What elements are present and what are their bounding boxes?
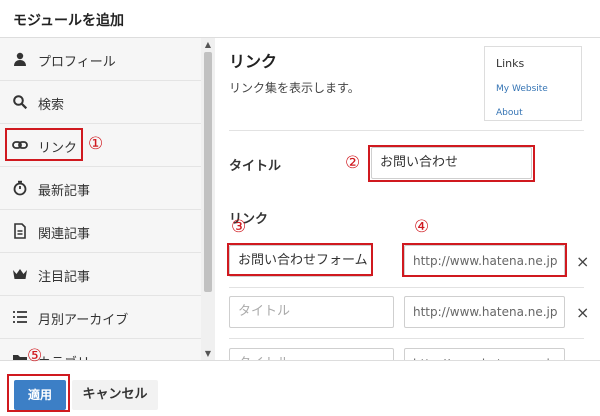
link-title-input[interactable]: タイトル [229,296,394,328]
crown-icon [13,269,27,279]
apply-button[interactable]: 適用 [14,380,66,410]
sidebar-item-label: 最新記事 [38,184,91,199]
stopwatch-icon [13,180,27,196]
annotation-3: ③ [231,217,247,237]
sidebar-item-profile[interactable]: プロフィール [0,38,201,81]
module-settings-panel: リンク リンク集を表示します。 Links My Website About タ… [216,38,600,360]
annotation-1: ① [88,134,104,154]
annotation-2: ② [345,153,361,173]
sidebar-scrollbar[interactable]: ▲ ▼ [201,38,215,360]
module-sidebar: プロフィール 検索 リンク 最新記事 関連記事 注目記事 月別アーカイブ カテゴ… [0,38,215,360]
link-title-input[interactable]: お問い合わせフォーム [229,245,372,277]
scroll-down-arrow[interactable]: ▼ [201,349,215,358]
links-preview: Links My Website About [484,46,582,121]
preview-title: Links [496,57,525,70]
sidebar-item-search[interactable]: 検索 [0,81,201,124]
sidebar-item-label: カテゴリー [38,352,103,360]
scroll-thumb[interactable] [204,52,212,292]
divider [229,287,584,288]
remove-row-button[interactable]: × [576,303,589,322]
dialog-footer: 適用 キャンセル [0,360,600,416]
divider [229,338,584,339]
preview-link: My Website [496,84,548,94]
module-title: リンク [229,52,278,71]
document-icon [14,223,26,239]
title-label: タイトル [229,159,282,174]
cancel-button[interactable]: キャンセル [72,380,158,410]
sidebar-item-label: リンク [38,141,78,156]
module-description: リンク集を表示します。 [229,81,360,95]
preview-link: About [496,108,523,118]
dialog-title: モジュールを追加 [13,13,125,29]
sidebar-item-label: 関連記事 [38,227,91,242]
dialog-header: モジュールを追加 [0,0,600,38]
link-icon [12,141,28,149]
list-icon [13,311,27,323]
sidebar-item-label: 注目記事 [38,270,91,285]
annotation-4: ④ [414,217,430,237]
search-icon [13,95,28,110]
user-icon [14,52,26,66]
link-url-input[interactable]: http://www.hatena.ne.jp [404,245,565,277]
sidebar-item-related-posts[interactable]: 関連記事 [0,210,201,253]
annotation-5: ⑤ [27,346,43,366]
scroll-up-arrow[interactable]: ▲ [201,40,215,49]
sidebar-item-label: 検索 [38,98,65,113]
sidebar-item-featured-posts[interactable]: 注目記事 [0,253,201,296]
sidebar-item-label: プロフィール [38,55,116,70]
link-url-input[interactable]: http://www.hatena.ne.jp [404,296,565,328]
divider [229,130,584,131]
link-title-input[interactable]: タイトル [229,348,394,360]
title-input[interactable]: お問い合わせ [371,147,532,179]
sidebar-item-label: 月別アーカイブ [38,313,129,328]
sidebar-item-monthly-archive[interactable]: 月別アーカイブ [0,296,201,339]
sidebar-item-recent-posts[interactable]: 最新記事 [0,167,201,210]
remove-row-button[interactable]: × [576,252,589,271]
link-url-input[interactable]: http://www.hatena.ne.jp [404,348,565,360]
folder-icon [13,355,27,360]
